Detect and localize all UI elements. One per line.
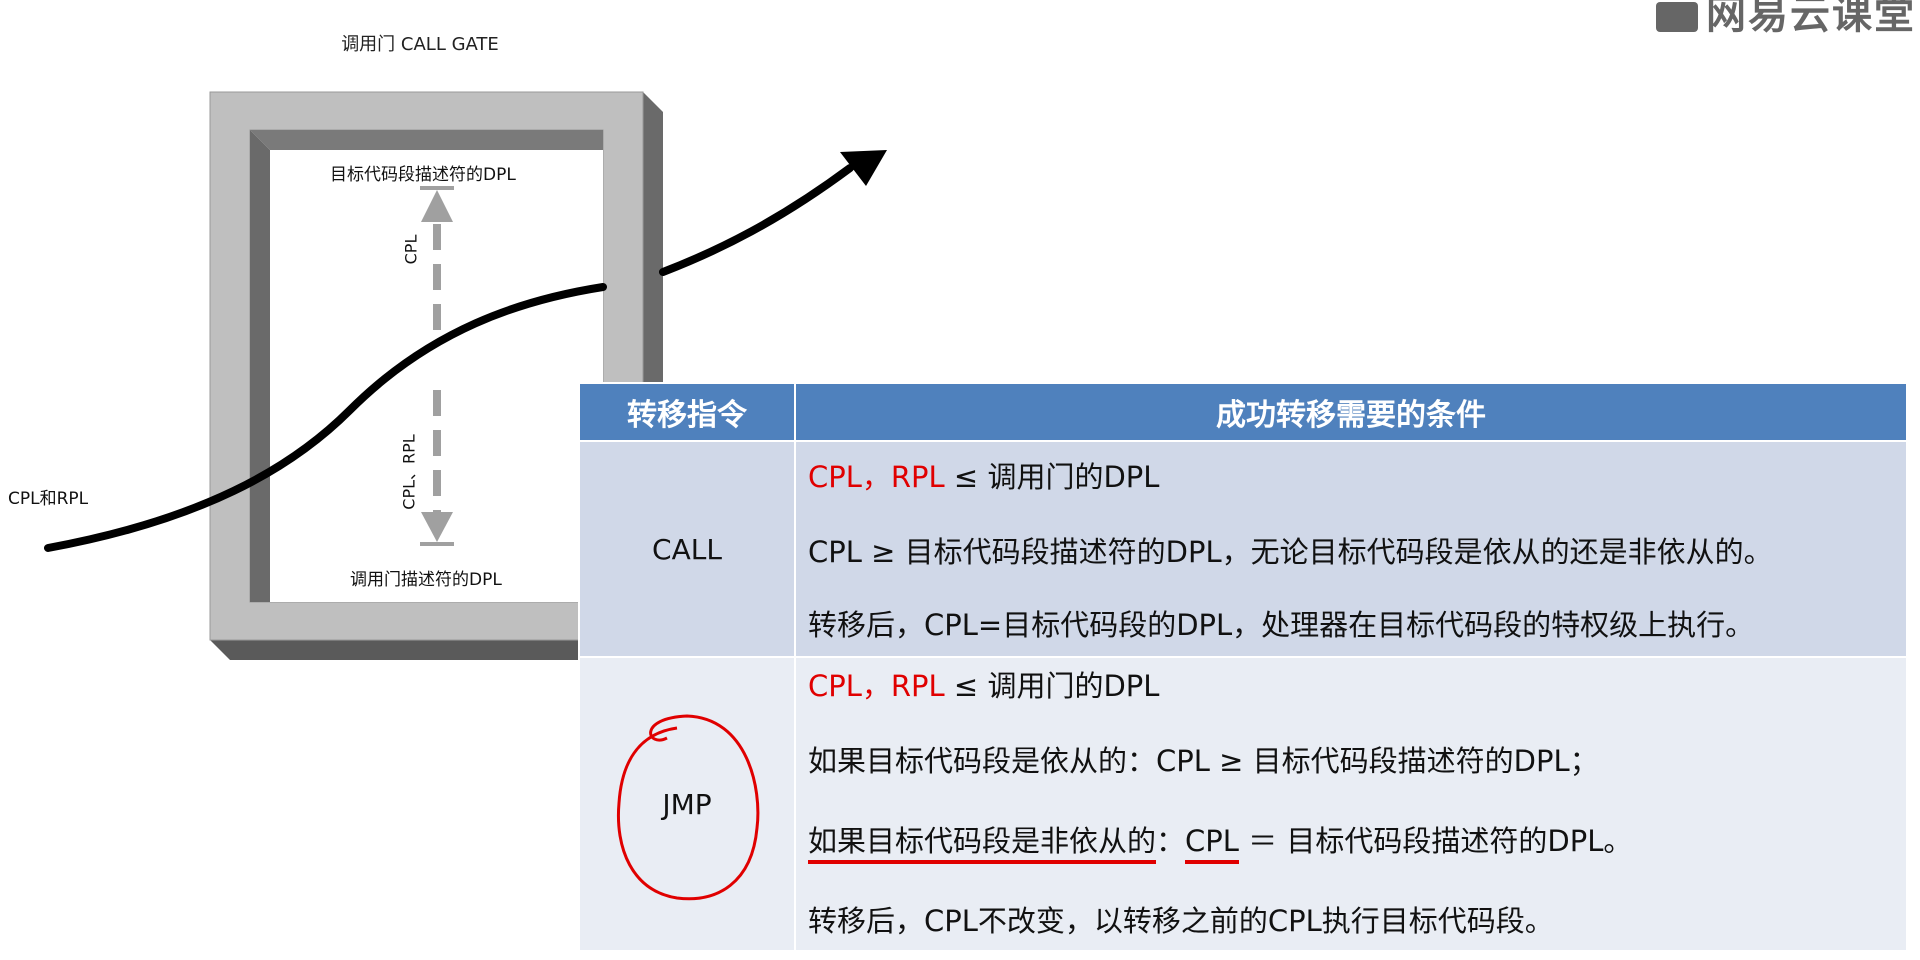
- gate-inner-shadow-top: [250, 130, 603, 150]
- underlined-nonconforming: 如果目标代码段是非依从的: [808, 824, 1157, 864]
- jmp-line3: 如果目标代码段是非依从的：CPL ＝ 目标代码段描述符的DPL。: [808, 818, 1906, 898]
- cpl-rpl-left-label: CPL和RPL: [8, 489, 89, 509]
- jmp-conditions: CPL，RPL ≤ 调用门的DPL 如果目标代码段是依从的：CPL ≥ 目标代码…: [794, 656, 1908, 952]
- call-line1: CPL，RPL ≤ 调用门的DPL: [808, 460, 1160, 494]
- brand-logo-icon: [1656, 2, 1698, 32]
- call-conditions: CPL，RPL ≤ 调用门的DPL CPL ≥ 目标代码段描述符的DPL，无论目…: [794, 440, 1908, 658]
- cpl-rpl-vertical-label: CPL、RPL: [399, 434, 419, 510]
- table-row: CALL CPL，RPL ≤ 调用门的DPL CPL ≥ 目标代码段描述符的DP…: [578, 440, 1908, 658]
- jmp-line4: 转移后，CPL不改变，以转移之前的CPL执行目标代码段。: [808, 904, 1554, 938]
- target-dpl-label: 目标代码段描述符的DPL: [330, 165, 516, 185]
- cpl-vertical-label: CPL: [401, 234, 421, 265]
- gate-dpl-label: 调用门描述符的DPL: [350, 570, 502, 590]
- underlined-cpl: CPL: [1185, 824, 1239, 864]
- gate-title: 调用门 CALL GATE: [341, 34, 499, 55]
- call-line2: CPL ≥ 目标代码段描述符的DPL，无论目标代码段是依从的还是非依从的。: [808, 535, 1773, 569]
- instruction-jmp-cell: JMP: [578, 656, 796, 952]
- flow-curve-exit: [659, 164, 854, 276]
- jmp-line1: CPL，RPL ≤ 调用门的DPL: [808, 669, 1160, 703]
- jmp-line2: 如果目标代码段是依从的：CPL ≥ 目标代码段描述符的DPL；: [808, 744, 1599, 778]
- header-instruction: 转移指令: [578, 382, 796, 442]
- table-row: JMP CPL，RPL ≤ 调用门的DPL 如果目标代码段是依从的：CPL ≥ …: [578, 656, 1908, 952]
- brand-watermark: 网易云课堂: [1656, 0, 1916, 40]
- instruction-jmp: JMP: [662, 787, 712, 821]
- call-line3: 转移后，CPL=目标代码段的DPL，处理器在目标代码段的特权级上执行。: [808, 608, 1755, 642]
- instruction-call: CALL: [578, 440, 796, 658]
- header-conditions: 成功转移需要的条件: [794, 382, 1908, 442]
- table-header-row: 转移指令 成功转移需要的条件: [578, 382, 1908, 442]
- gate-inner-shadow-left: [250, 130, 270, 602]
- conditions-table: 转移指令 成功转移需要的条件 CALL CPL，RPL ≤ 调用门的DPL CP…: [578, 382, 1908, 952]
